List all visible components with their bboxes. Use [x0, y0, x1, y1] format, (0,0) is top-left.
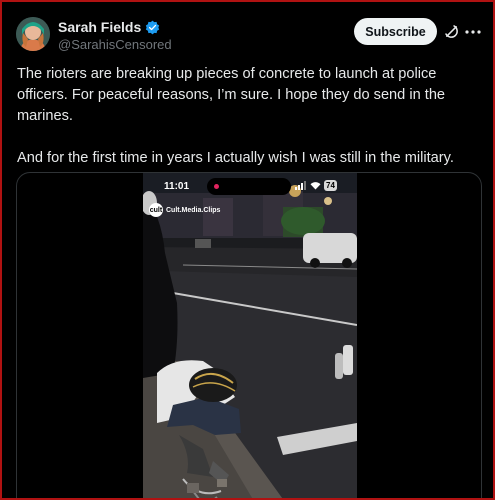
video-frame[interactable]: 11:01 74 cult Cult.Media.Clips — [143, 173, 357, 498]
video-media[interactable]: 11:01 74 cult Cult.Media.Clips — [16, 172, 482, 498]
signal-icon — [295, 181, 306, 190]
verified-badge-icon — [145, 20, 160, 35]
video-scene — [143, 173, 357, 498]
subscribe-button[interactable]: Subscribe — [354, 18, 437, 45]
watermark: cult Cult.Media.Clips — [149, 203, 220, 217]
watermark-text: Cult.Media.Clips — [166, 206, 221, 214]
author-name-row: Sarah Fields — [58, 19, 160, 35]
avatar[interactable] — [16, 17, 50, 51]
wifi-icon — [310, 182, 321, 190]
recording-dot-icon — [214, 184, 219, 189]
author-handle[interactable]: @SarahisCensored — [58, 37, 172, 52]
more-options-icon[interactable] — [464, 24, 482, 40]
tweet-text: The rioters are breaking up pieces of co… — [17, 64, 472, 169]
status-icons: 74 — [295, 180, 337, 191]
author-display-name[interactable]: Sarah Fields — [58, 19, 141, 35]
status-time: 11:01 — [164, 181, 190, 192]
tweet-card: Sarah Fields @SarahisCensored Subscribe … — [0, 0, 495, 500]
watermark-logo: cult — [149, 203, 163, 217]
tweet-paragraph-2: And for the first time in years I actual… — [17, 150, 454, 166]
tweet-paragraph-1: The rioters are breaking up pieces of co… — [17, 66, 446, 124]
avatar-image — [16, 17, 50, 51]
grok-icon[interactable] — [443, 23, 460, 40]
dynamic-island — [207, 178, 291, 195]
battery-icon: 74 — [324, 180, 337, 191]
